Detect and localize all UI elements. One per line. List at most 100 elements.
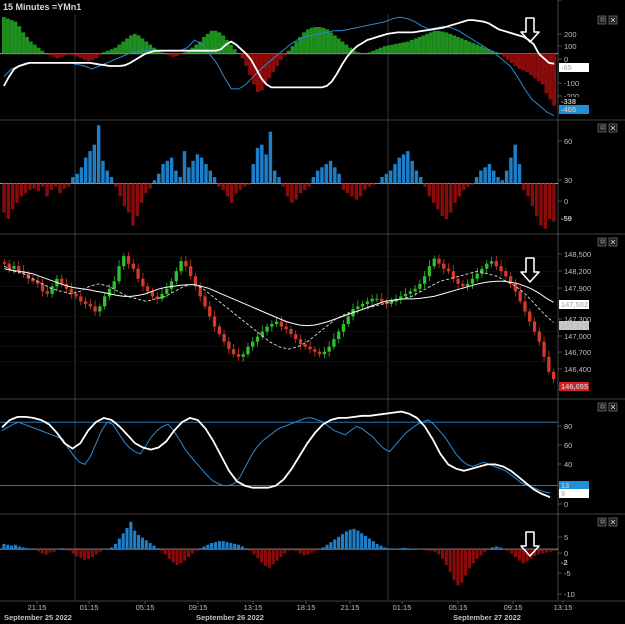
histogram-bar [328, 160, 333, 184]
histogram-bar [210, 542, 214, 550]
histogram-bar [9, 20, 14, 54]
histogram-bar [252, 549, 256, 555]
histogram-bar [419, 177, 423, 184]
stochastic-slow-line [1, 410, 551, 499]
chart-canvas[interactable]: 2001000-100-200-65-338-40560300-30-59148… [0, 0, 625, 624]
histogram-bar [298, 549, 302, 554]
time-tick-label: 05:15 [449, 603, 468, 612]
histogram-bar [13, 21, 18, 54]
histogram-bar [363, 183, 367, 190]
histogram-bar [56, 549, 60, 551]
histogram-bar [228, 44, 233, 54]
histogram-bar [286, 50, 291, 54]
histogram-bar [502, 53, 506, 57]
histogram-bar [175, 549, 179, 566]
histogram-bar [233, 543, 237, 550]
histogram-bar [88, 151, 92, 184]
histogram-bar [60, 548, 64, 550]
histogram-bar [225, 40, 229, 54]
expand-icon[interactable] [597, 237, 607, 247]
candle-body [499, 266, 503, 272]
candle-body [131, 263, 136, 269]
candle-body [403, 293, 408, 297]
down-arrow-icon [520, 257, 540, 283]
histogram-bar [303, 183, 307, 190]
tick-label-oscillator-3: -10 [564, 590, 575, 599]
histogram-bar [247, 183, 251, 185]
histogram-bar [383, 547, 387, 550]
histogram-bar [313, 27, 318, 54]
histogram-bar [302, 32, 306, 54]
histogram-bar [221, 183, 225, 190]
histogram-bar [71, 177, 75, 184]
histogram-bar [279, 53, 283, 60]
histogram-bar [305, 29, 310, 54]
candle-body [74, 293, 78, 297]
histogram-bar [152, 180, 157, 184]
histogram-bar [128, 35, 133, 54]
histogram-bar [390, 44, 395, 54]
histogram-bar [132, 33, 137, 54]
candle-body [45, 291, 50, 294]
histogram-bar [106, 549, 110, 550]
histogram-bar [84, 157, 88, 184]
candle-body [165, 288, 169, 294]
histogram-bar [425, 549, 429, 551]
histogram-bar [425, 33, 430, 54]
histogram-bar [290, 46, 295, 54]
candle-body [461, 283, 465, 287]
histogram-bar [2, 17, 6, 54]
candle-body [255, 336, 260, 342]
histogram-bar [337, 536, 341, 550]
histogram-bar [371, 50, 376, 54]
histogram-bar [544, 549, 548, 553]
histogram-bar [487, 164, 492, 184]
histogram-bar [547, 183, 552, 220]
time-tick-label: 01:15 [393, 603, 412, 612]
expand-icon[interactable] [597, 123, 607, 133]
candle-body [83, 301, 88, 304]
histogram-bar [521, 53, 526, 71]
histogram-bar [332, 35, 337, 54]
histogram-bar [500, 180, 505, 184]
histogram-bar [440, 183, 444, 216]
expand-icon[interactable] [597, 402, 607, 412]
histogram-bar [452, 35, 456, 54]
histogram-bar [182, 52, 187, 54]
histogram-bar [152, 545, 156, 550]
histogram-bar [58, 183, 62, 194]
histogram-bar [167, 549, 171, 559]
histogram-bar [345, 183, 350, 194]
histogram-bar [109, 177, 114, 184]
histogram-bar [190, 549, 194, 554]
expand-icon[interactable] [597, 517, 607, 527]
histogram-bar [513, 144, 517, 184]
histogram-bar [364, 535, 368, 550]
candle-body [303, 344, 307, 347]
histogram-bar [354, 183, 359, 200]
candle-body [69, 288, 73, 294]
histogram-bar [221, 541, 225, 550]
histogram-bar [271, 53, 276, 73]
histogram-bar [165, 160, 170, 184]
candle-body [308, 346, 312, 350]
histogram-bar [49, 183, 54, 190]
histogram-bar [340, 534, 345, 550]
histogram-bar [409, 40, 414, 54]
histogram-bar [437, 549, 441, 555]
histogram-bar [467, 41, 472, 54]
candle-body [60, 278, 64, 284]
histogram-bar [183, 549, 187, 561]
histogram-bar [109, 49, 114, 54]
histogram-bar [427, 183, 432, 197]
histogram-bar [217, 541, 221, 550]
candle-body [184, 261, 188, 267]
candle-body [12, 266, 16, 269]
histogram-bar [363, 53, 368, 54]
expand-icon[interactable] [597, 15, 607, 25]
histogram-bar [536, 53, 541, 82]
candle-body [141, 278, 145, 287]
histogram-bar [329, 542, 333, 550]
histogram-bar [33, 549, 37, 550]
histogram-bar [40, 549, 44, 554]
